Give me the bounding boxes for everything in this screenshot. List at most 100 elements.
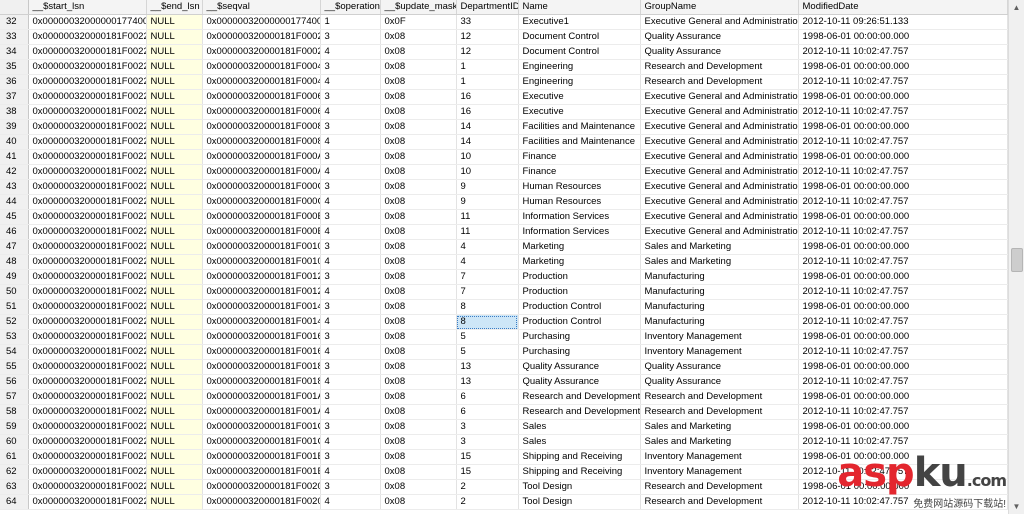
grid-cell[interactable]: 4 <box>320 224 381 240</box>
vertical-scrollbar[interactable]: ▲ ▼ <box>1008 0 1024 514</box>
table-row[interactable]: 36 0x000000320000181F0022 NULL 0x0000003200… <box>0 74 1008 90</box>
grid-cell[interactable]: 12 <box>456 44 519 60</box>
grid-cell[interactable]: Inventory Management <box>640 344 799 360</box>
grid-cell[interactable]: Research and Development <box>640 404 799 420</box>
table-row[interactable]: 41 0x000000320000181F0022 NULL 0x0000003200… <box>0 149 1008 165</box>
grid-cell[interactable]: 7 <box>456 269 519 285</box>
grid-cell[interactable]: Research and Development <box>518 389 641 405</box>
grid-cell[interactable]: Executive General and Administration <box>640 209 799 225</box>
column-header[interactable]: __$operation <box>320 0 381 15</box>
row-number-cell[interactable]: 34 <box>0 44 29 60</box>
grid-cell[interactable]: Research and Development <box>518 404 641 420</box>
grid-cell[interactable]: 3 <box>456 434 519 450</box>
grid-cell[interactable]: NULL <box>146 344 203 360</box>
grid-cell[interactable]: Executive1 <box>518 14 641 30</box>
grid-cell[interactable]: Sales and Marketing <box>640 239 799 255</box>
grid-cell[interactable]: 0x0000003200000017740024 <box>202 14 321 30</box>
grid-cell[interactable]: 0x000000320000181F0014 <box>202 314 321 330</box>
grid-cell[interactable]: NULL <box>146 434 203 450</box>
grid-cell[interactable]: 0x08 <box>380 254 457 270</box>
grid-cell[interactable]: 3 <box>320 449 381 465</box>
grid-cell[interactable]: 2012-10-11 09:26:51.133 <box>798 14 1008 30</box>
grid-cell[interactable]: 15 <box>456 449 519 465</box>
column-header[interactable]: __$update_mask <box>380 0 457 15</box>
row-number-cell[interactable]: 64 <box>0 494 29 510</box>
table-row[interactable]: 43 0x000000320000181F0022 NULL 0x0000003200… <box>0 179 1008 195</box>
grid-cell[interactable]: 0x000000320000181F0010 <box>202 239 321 255</box>
grid-cell[interactable]: 6 <box>456 389 519 405</box>
grid-cell[interactable]: NULL <box>146 299 203 315</box>
column-header[interactable]: Name <box>518 0 641 15</box>
grid-cell[interactable]: Manufacturing <box>640 284 799 300</box>
grid-cell[interactable]: 0x000000320000181F0022 <box>28 449 147 465</box>
grid-cell[interactable]: NULL <box>146 29 203 45</box>
grid-cell[interactable]: Production Control <box>518 314 641 330</box>
grid-cell[interactable]: 8 <box>456 299 519 315</box>
grid-cell[interactable]: 0x000000320000181F0022 <box>28 359 147 375</box>
grid-cell[interactable]: 7 <box>456 284 519 300</box>
grid-cell[interactable]: 0x08 <box>380 344 457 360</box>
row-number-cell[interactable]: 45 <box>0 209 29 225</box>
grid-cell[interactable]: 0x000000320000181F0012 <box>202 269 321 285</box>
grid-cell[interactable]: 4 <box>320 164 381 180</box>
grid-cell[interactable]: 0x08 <box>380 299 457 315</box>
grid-cell[interactable]: 0x000000320000181F0004 <box>202 59 321 75</box>
row-number-cell[interactable]: 54 <box>0 344 29 360</box>
grid-cell[interactable]: 14 <box>456 134 519 150</box>
column-header[interactable]: __$start_lsn <box>28 0 147 15</box>
grid-cell[interactable]: Executive General and Administration <box>640 104 799 120</box>
grid-cell[interactable]: 0x0000003200000017740025 <box>28 14 147 30</box>
grid-cell[interactable]: 0x08 <box>380 224 457 240</box>
row-number-cell[interactable]: 56 <box>0 374 29 390</box>
grid-cell[interactable]: 0x000000320000181F0022 <box>28 209 147 225</box>
grid-cell[interactable]: 4 <box>320 464 381 480</box>
grid-cell[interactable]: 10 <box>456 164 519 180</box>
grid-cell[interactable]: 0x000000320000181F0004 <box>202 74 321 90</box>
grid-cell[interactable]: 0x08 <box>380 479 457 495</box>
grid-cell[interactable]: 0x000000320000181F001C <box>202 434 321 450</box>
grid-cell[interactable]: 0x08 <box>380 404 457 420</box>
grid-cell[interactable]: Research and Development <box>640 74 799 90</box>
row-number-cell[interactable]: 41 <box>0 149 29 165</box>
grid-cell[interactable]: NULL <box>146 404 203 420</box>
row-number-cell[interactable]: 51 <box>0 299 29 315</box>
table-row[interactable]: 54 0x000000320000181F0022 NULL 0x0000003200… <box>0 344 1008 360</box>
grid-cell[interactable]: 0x08 <box>380 59 457 75</box>
grid-cell[interactable]: 3 <box>320 329 381 345</box>
grid-cell[interactable]: Document Control <box>518 29 641 45</box>
grid-cell[interactable]: Tool Design <box>518 479 641 495</box>
grid-cell[interactable]: 2012-10-11 10:02:47.757 <box>798 224 1008 240</box>
grid-cell[interactable]: 4 <box>320 314 381 330</box>
table-row[interactable]: 39 0x000000320000181F0022 NULL 0x0000003200… <box>0 119 1008 135</box>
grid-cell[interactable]: 3 <box>456 419 519 435</box>
table-row[interactable]: 59 0x000000320000181F0022 NULL 0x0000003200… <box>0 419 1008 435</box>
row-number-cell[interactable]: 58 <box>0 404 29 420</box>
table-row[interactable]: 34 0x000000320000181F0022 NULL 0x0000003200… <box>0 44 1008 60</box>
row-number-cell[interactable]: 49 <box>0 269 29 285</box>
grid-cell[interactable]: 0x000000320000181F000E <box>202 224 321 240</box>
grid-cell[interactable]: Sales and Marketing <box>640 434 799 450</box>
grid-cell[interactable]: 0x08 <box>380 74 457 90</box>
table-row[interactable]: 55 0x000000320000181F0022 NULL 0x0000003200… <box>0 359 1008 375</box>
grid-cell[interactable]: Research and Development <box>640 479 799 495</box>
table-row[interactable]: 58 0x000000320000181F0022 NULL 0x0000003200… <box>0 404 1008 420</box>
grid-cell[interactable]: 4 <box>456 254 519 270</box>
grid-cell[interactable]: Executive <box>518 89 641 105</box>
row-number-cell[interactable]: 35 <box>0 59 29 75</box>
grid-cell[interactable]: 4 <box>456 239 519 255</box>
row-number-cell[interactable]: 32 <box>0 14 29 30</box>
grid-cell[interactable]: Shipping and Receiving <box>518 449 641 465</box>
grid-cell[interactable]: 0x08 <box>380 194 457 210</box>
grid-cell[interactable]: 5 <box>456 344 519 360</box>
grid-cell[interactable]: 4 <box>320 494 381 510</box>
grid-cell[interactable]: 0x000000320000181F000C <box>202 194 321 210</box>
table-row[interactable]: 57 0x000000320000181F0022 NULL 0x0000003200… <box>0 389 1008 405</box>
grid-cell[interactable]: 0x000000320000181F0022 <box>28 179 147 195</box>
grid-cell[interactable]: NULL <box>146 374 203 390</box>
grid-cell[interactable]: 4 <box>320 74 381 90</box>
grid-cell[interactable]: 0x000000320000181F000E <box>202 209 321 225</box>
grid-cell[interactable]: 0x0F <box>380 14 457 30</box>
grid-cell[interactable]: 1998-06-01 00:00:00.000 <box>798 389 1008 405</box>
grid-cell[interactable]: Facilities and Maintenance <box>518 134 641 150</box>
grid-cell[interactable]: 4 <box>320 104 381 120</box>
